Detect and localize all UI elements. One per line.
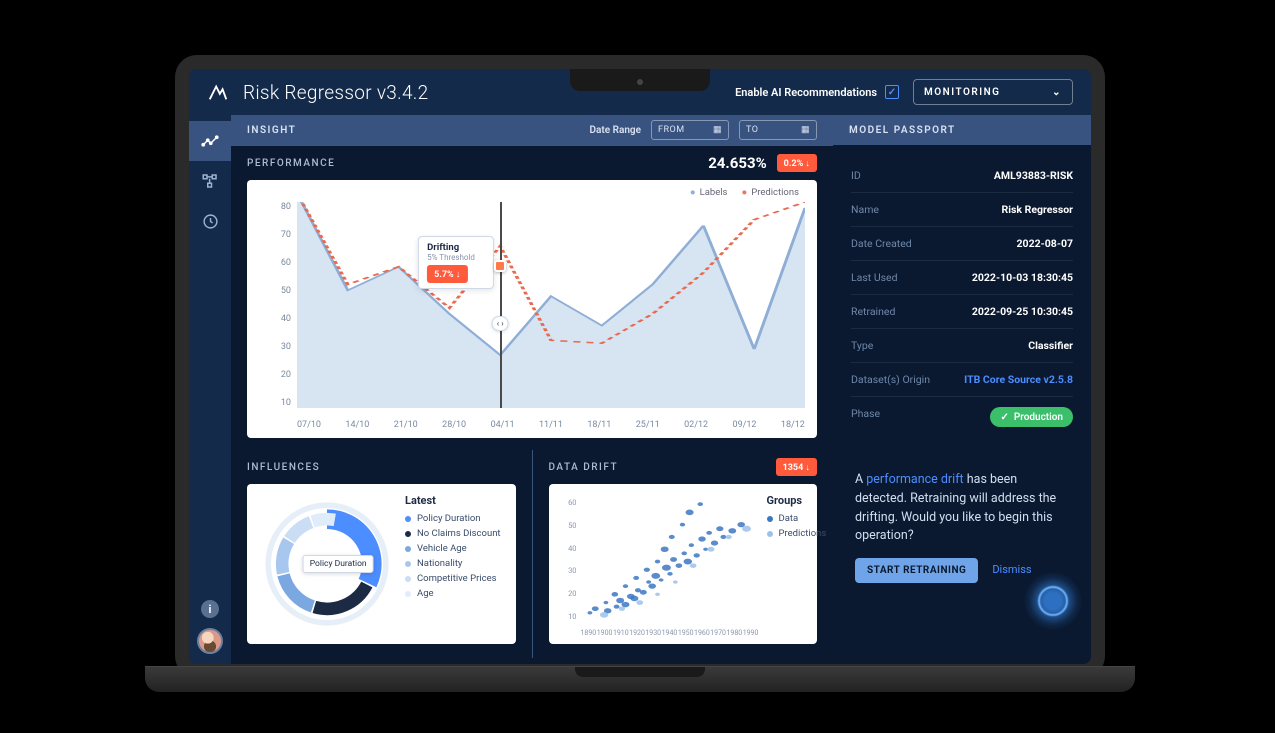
app-body: i INSIGHT Date Range FROM ▦ TO [189,115,1091,664]
datadrift-count-badge: 1354 ↓ [776,458,817,476]
alert-highlight: performance drift [866,472,963,487]
checkbox-checked-icon: ✓ [885,85,899,99]
main-column: INSIGHT Date Range FROM ▦ TO ▦ [231,115,833,664]
user-avatar[interactable] [197,628,223,654]
influences-donut-chart[interactable]: Policy Duration [257,494,397,634]
dataset-origin-link[interactable]: ITB Core Source v2.5.8 [964,373,1073,386]
calendar-icon: ▦ [801,125,810,135]
info-icon[interactable]: i [201,600,219,618]
lower-row: INFLUENCES Policy Duration Latest [231,450,833,658]
influences-legend: Latest Policy DurationNo Claims Discount… [405,494,506,634]
app-logo-icon [207,81,229,103]
legend-item: Predictions [767,528,827,539]
sidebar: i [189,115,231,664]
pipeline-icon [201,172,219,190]
performance-delta-badge: 0.2% ↓ [777,154,817,172]
start-retraining-button[interactable]: START RETRAINING [855,558,978,583]
performance-x-axis: 07/1014/1021/1028/1004/1111/1118/1125/11… [297,420,805,430]
performance-y-axis: 8070605040302010 [261,202,291,408]
influences-section: INFLUENCES Policy Duration Latest [231,450,532,658]
laptop-frame: Risk Regressor v3.4.2 Enable AI Recommen… [175,55,1105,678]
datadrift-section: DATA DRIFT 1354 ↓ 605040302010 189019001… [532,450,834,658]
sidebar-item-pipeline[interactable] [189,161,231,201]
datadrift-legend: Groups Data Predictions [767,494,827,640]
datadrift-card: 605040302010 189019001910192019301940195… [549,484,818,644]
performance-section: PERFORMANCE 24.653% 0.2% ↓ Labels Predic… [231,145,833,438]
drift-marker-handle[interactable] [494,260,506,272]
main-content: PERFORMANCE 24.653% 0.2% ↓ Labels Predic… [231,145,833,664]
passport-table: IDAML93883-RISKNameRisk RegressorDate Cr… [833,145,1091,451]
legend-item: Policy Duration [405,513,506,524]
view-mode-select[interactable]: MONITORING ⌄ [913,79,1073,105]
ai-assistant-orb-icon[interactable] [1023,571,1083,631]
legend-item: Nationality [405,558,506,569]
chevron-down-icon: ⌄ [1052,87,1062,98]
passport-row: Date Created2022-08-07 [851,227,1073,261]
passport-row: PhaseProduction [851,397,1073,437]
passport-row: Dataset(s) OriginITB Core Source v2.5.8 [851,363,1073,397]
performance-title: PERFORMANCE [247,158,698,169]
influences-tooltip: Policy Duration [303,555,374,573]
legend-item: No Claims Discount [405,528,506,539]
passport-title: MODEL PASSPORT [849,125,1075,136]
datadrift-title: DATA DRIFT [549,462,766,473]
app-screen: Risk Regressor v3.4.2 Enable AI Recommen… [189,69,1091,664]
legend-predictions: Predictions [741,187,799,198]
drift-slider-handle[interactable]: ‹› [492,316,509,331]
passport-row: Retrained2022-09-25 10:30:45 [851,295,1073,329]
subheader-title: INSIGHT [247,125,580,136]
dismiss-link[interactable]: Dismiss [992,562,1031,579]
performance-chart-card: Labels Predictions 8070605040302010 ‹› [247,180,817,438]
history-icon [202,213,219,230]
calendar-icon: ▦ [713,125,722,135]
sidebar-item-history[interactable] [189,201,231,241]
ai-recommendations-toggle[interactable]: Enable AI Recommendations ✓ [735,85,899,99]
performance-legend: Labels Predictions [690,187,799,198]
drift-marker-line [500,202,502,408]
mode-value: MONITORING [924,87,1000,98]
legend-item: Competitive Prices [405,573,506,584]
right-column: MODEL PASSPORT IDAML93883-RISKNameRisk R… [833,115,1091,664]
date-from-input[interactable]: FROM ▦ [651,120,729,140]
laptop-notch [570,69,710,91]
influences-card: Policy Duration Latest Policy DurationNo… [247,484,516,644]
date-to-input[interactable]: TO ▦ [739,120,817,140]
legend-item: Age [405,588,506,599]
sidebar-item-insight[interactable] [189,121,231,161]
passport-subheader: MODEL PASSPORT [833,115,1091,145]
scatter-y-axis: 605040302010 [559,498,577,621]
date-range-label: Date Range [590,125,642,136]
performance-value: 24.653% [708,154,766,172]
legend-item: Data [767,513,827,524]
drift-tooltip: Drifting 5% Threshold 5.7% ↓ [418,236,494,289]
passport-row: TypeClassifier [851,329,1073,363]
passport-row: Last Used2022-10-03 18:30:45 [851,261,1073,295]
scatter-x-axis: 1890190019101920193019401950196019701980… [581,629,759,637]
legend-labels: Labels [690,187,728,198]
insight-subheader: INSIGHT Date Range FROM ▦ TO ▦ [231,115,833,145]
passport-row: NameRisk Regressor [851,193,1073,227]
phase-pill: Production [990,407,1073,427]
legend-item: Vehicle Age [405,543,506,554]
laptop-base [145,666,1135,692]
drift-alert: A performance drift has been detected. R… [847,459,1077,595]
influences-title: INFLUENCES [247,462,516,473]
ai-toggle-label: Enable AI Recommendations [735,86,877,99]
insight-icon [201,132,219,150]
datadrift-scatter-chart[interactable]: 605040302010 189019001910192019301940195… [559,494,759,639]
performance-plot[interactable]: ‹› Drifting 5% Threshold 5.7% ↓ [297,202,805,408]
passport-row: IDAML93883-RISK [851,159,1073,193]
